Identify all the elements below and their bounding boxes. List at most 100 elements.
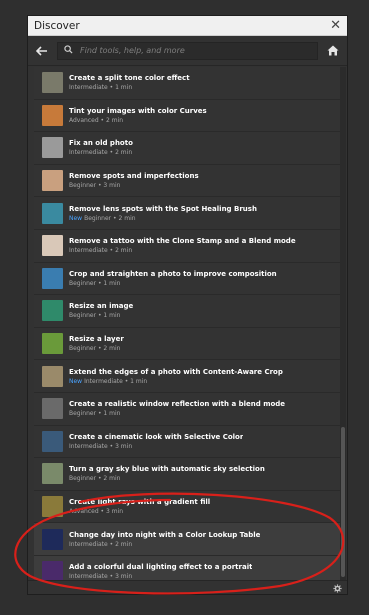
tutorial-text: Resize an image Beginner • 1 min	[69, 302, 133, 319]
list-item[interactable]: Extend the edges of a photo with Content…	[34, 360, 341, 393]
tutorial-text: Create a split tone color effect Intermed…	[69, 74, 190, 91]
new-badge: New	[69, 214, 83, 222]
arrow-left-icon[interactable]	[33, 45, 51, 56]
list-item[interactable]: Remove a tattoo with the Clone Stamp and…	[34, 229, 341, 263]
close-icon[interactable]: ✕	[330, 19, 341, 32]
duration: 2 min	[115, 247, 133, 255]
tutorial-meta: Advanced • 2 min	[69, 117, 207, 124]
list-item[interactable]: Resize a layer Beginner • 2 min	[34, 327, 341, 361]
difficulty-level: Beginner	[69, 475, 97, 483]
tutorial-title: Crop and straighten a photo to improve c…	[69, 269, 277, 278]
footer	[28, 580, 347, 594]
toolbar: Find tools, help, and more	[28, 36, 347, 66]
list-item[interactable]: Create a split tone color effect Intermed…	[34, 67, 341, 100]
duration: 2 min	[106, 116, 124, 124]
tutorial-thumbnail	[42, 235, 63, 257]
difficulty-level: Advanced	[69, 508, 99, 516]
duration: 3 min	[103, 182, 121, 190]
list-item[interactable]: Remove spots and imperfections Beginner •…	[34, 164, 341, 198]
tutorial-list: Create a split tone color effect Intermed…	[34, 67, 341, 581]
title-bar: Discover ✕	[28, 16, 347, 36]
list-item[interactable]: Remove lens spots with the Spot Healing …	[34, 197, 341, 230]
gear-icon[interactable]	[333, 578, 342, 597]
duration: 2 min	[115, 149, 133, 157]
tutorial-thumbnail	[42, 398, 63, 420]
difficulty-level: Intermediate	[69, 247, 108, 255]
tutorial-text: Create a cinematic look with Selective C…	[69, 433, 243, 450]
difficulty-level: Intermediate	[69, 442, 108, 450]
list-item[interactable]: Create a realistic window reflection wit…	[34, 392, 341, 426]
tutorial-meta: Beginner • 1 min	[69, 312, 133, 319]
tutorial-thumbnail	[42, 496, 63, 518]
list-item[interactable]: Turn a gray sky blue with automatic sky …	[34, 458, 341, 491]
tutorial-title: Resize a layer	[69, 335, 124, 344]
search-input[interactable]: Find tools, help, and more	[57, 41, 318, 60]
separator-dot: •	[98, 116, 106, 124]
list-item[interactable]: Resize an image Beginner • 1 min	[34, 295, 341, 328]
search-icon	[64, 45, 73, 56]
duration: 2 min	[103, 345, 121, 353]
list-item[interactable]: Fix an old photo Intermediate • 2 min	[34, 132, 341, 165]
tutorial-title: Turn a gray sky blue with automatic sky …	[69, 465, 265, 474]
tutorial-text: Turn a gray sky blue with automatic sky …	[69, 465, 265, 482]
tutorial-meta: Intermediate • 2 min	[69, 541, 260, 548]
discover-window: Discover ✕ Find tools, help, and more Cr…	[27, 15, 348, 595]
tutorial-text: Remove a tattoo with the Clone Stamp and…	[69, 237, 296, 254]
difficulty-level: Advanced	[69, 116, 99, 124]
tutorial-thumbnail	[42, 333, 63, 355]
window-title: Discover	[34, 19, 80, 32]
new-badge: New	[69, 377, 83, 385]
scrollbar-thumb[interactable]	[341, 427, 345, 577]
tutorial-thumbnail	[42, 561, 63, 581]
tutorial-text: Crop and straighten a photo to improve c…	[69, 270, 277, 287]
tutorial-title: Resize an image	[69, 302, 134, 311]
list-item[interactable]: Change day into night with a Color Looku…	[34, 523, 341, 556]
duration: 1 min	[115, 84, 133, 92]
tutorial-text: Tint your images with color Curves Advanc…	[69, 107, 207, 124]
difficulty-level: Beginner	[69, 345, 97, 353]
difficulty-level: Intermediate	[84, 377, 123, 385]
difficulty-level: Intermediate	[69, 149, 108, 157]
tutorial-thumbnail	[42, 72, 63, 94]
tutorial-title: Add a colorful dual lighting effect to a…	[69, 563, 253, 572]
tutorial-text: Create light rays with a gradient fill Ad…	[69, 498, 210, 515]
difficulty-level: Intermediate	[69, 84, 108, 92]
tutorial-title: Tint your images with color Curves	[69, 106, 207, 115]
scrollbar[interactable]	[340, 67, 346, 581]
tutorial-title: Remove a tattoo with the Clone Stamp and…	[69, 237, 296, 246]
tutorial-text: Create a realistic window reflection wit…	[69, 400, 285, 417]
tutorial-thumbnail	[42, 463, 63, 485]
difficulty-level: Beginner	[69, 410, 97, 418]
tutorial-text: Remove lens spots with the Spot Healing …	[69, 205, 257, 222]
home-icon[interactable]	[324, 45, 342, 56]
tutorial-title: Remove spots and imperfections	[69, 172, 199, 181]
tutorial-meta: Beginner • 2 min	[69, 475, 265, 482]
tutorial-thumbnail	[42, 300, 63, 322]
tutorial-thumbnail	[42, 430, 63, 452]
separator-dot: •	[98, 508, 106, 516]
list-item[interactable]: Crop and straighten a photo to improve c…	[34, 262, 341, 296]
tutorial-text: Add a colorful dual lighting effect to a…	[69, 563, 252, 580]
list-item[interactable]: Create light rays with a gradient fill Ad…	[34, 490, 341, 524]
tutorial-title: Remove lens spots with the Spot Healing …	[69, 204, 257, 213]
search-placeholder: Find tools, help, and more	[80, 46, 185, 55]
tutorial-thumbnail	[42, 267, 63, 289]
duration: 1 min	[103, 279, 121, 287]
list-item[interactable]: Create a cinematic look with Selective C…	[34, 425, 341, 459]
tutorial-title: Create a cinematic look with Selective C…	[69, 432, 244, 441]
tutorial-meta: Intermediate • 2 min	[69, 247, 296, 254]
duration: 1 min	[130, 377, 148, 385]
tutorial-meta: New Beginner • 2 min	[69, 215, 257, 222]
list-item[interactable]: Tint your images with color Curves Advanc…	[34, 99, 341, 133]
tutorial-meta: Beginner • 2 min	[69, 345, 124, 352]
difficulty-level: Beginner	[69, 279, 97, 287]
duration: 1 min	[103, 312, 121, 320]
tutorial-meta: New Intermediate • 1 min	[69, 378, 283, 385]
list-item[interactable]: Add a colorful dual lighting effect to a…	[34, 555, 341, 581]
tutorial-thumbnail	[42, 202, 63, 224]
tutorial-title: Create a split tone color effect	[69, 74, 190, 83]
tutorial-title: Fix an old photo	[69, 139, 133, 148]
tutorial-text: Remove spots and imperfections Beginner •…	[69, 172, 199, 189]
duration: 3 min	[115, 442, 133, 450]
separator-dot: •	[107, 442, 116, 450]
